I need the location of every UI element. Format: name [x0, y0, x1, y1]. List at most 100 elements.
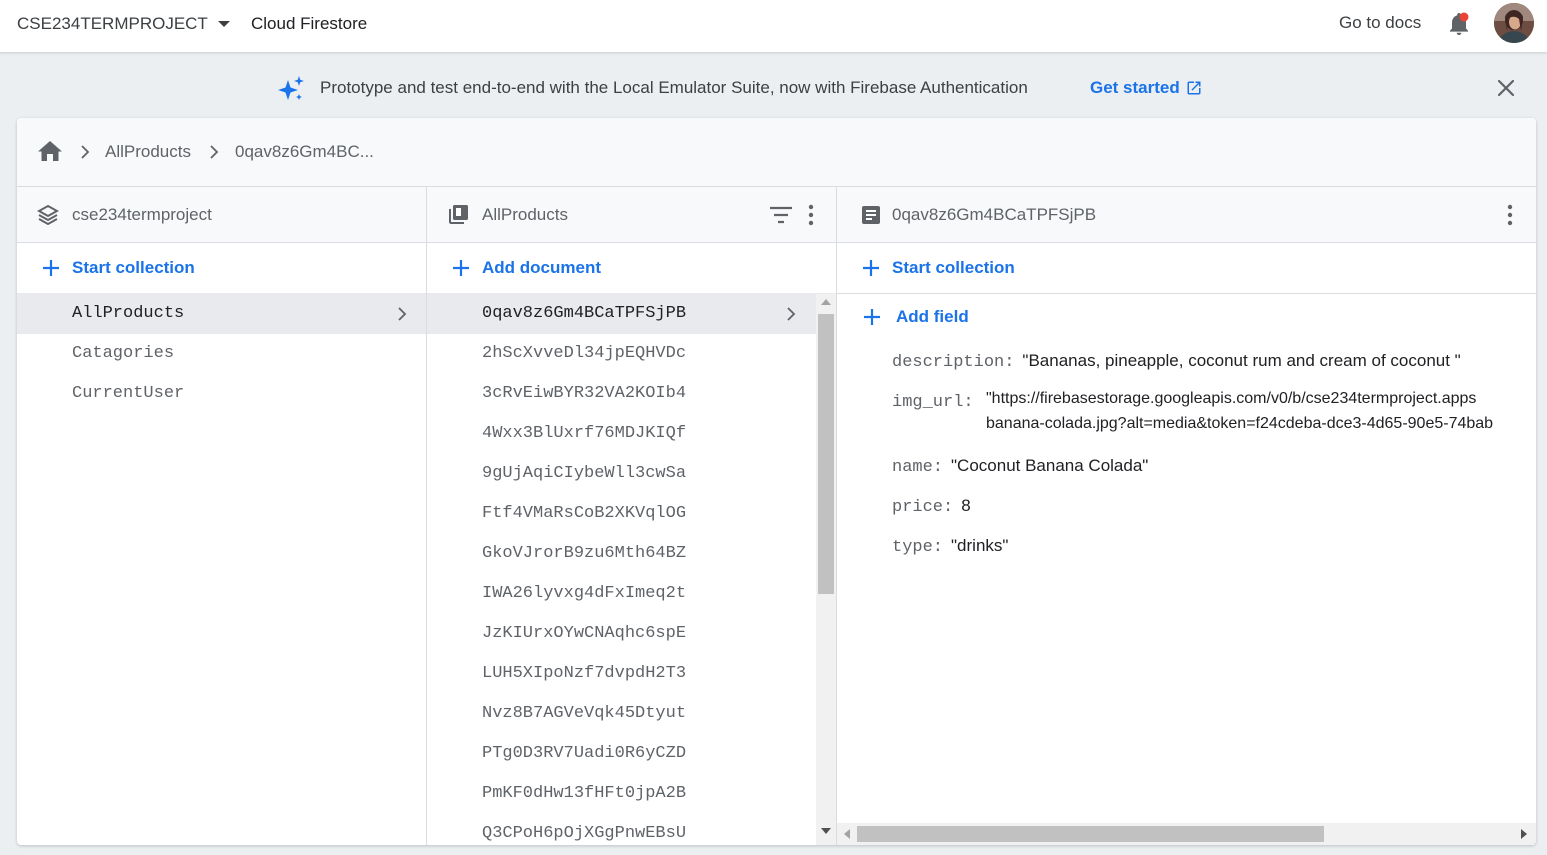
get-started-link[interactable]: Get started — [1090, 78, 1202, 98]
project-selector[interactable]: CSE234TERMPROJECT — [17, 14, 230, 34]
document-horizontal-scrollbar[interactable] — [837, 823, 1536, 845]
chevron-right-icon — [210, 145, 219, 159]
field-price[interactable]: price: 8 — [892, 496, 971, 517]
document-panel-header: 0qav8z6Gm4BCaTPFSjPB — [837, 187, 1536, 243]
document-id: JzKIUrxOYwCNAqhc6spE — [482, 624, 687, 643]
add-field-button[interactable]: Add field — [862, 307, 969, 327]
document-id: Q3CPoH6pOjXGgPnwEBsU — [482, 824, 687, 843]
document-id: 2hScXvveDl34jpEQHVDc — [482, 344, 687, 363]
top-app-bar: CSE234TERMPROJECT Cloud Firestore Go to … — [0, 0, 1547, 53]
root-panel: cse234termproject Start collection AllPr… — [17, 187, 427, 845]
document-panel: 0qav8z6Gm4BCaTPFSjPB Start collection Ad… — [837, 187, 1536, 845]
document-item[interactable]: Ftf4VMaRsCoB2XKVqlOG — [427, 494, 836, 534]
document-item[interactable]: LUH5XIpoNzf7dvpdH2T3 — [427, 654, 836, 694]
plus-icon — [453, 260, 469, 276]
chevron-down-icon — [217, 21, 230, 27]
field-key: img_url: — [892, 393, 974, 412]
notifications-bell-icon[interactable] — [1447, 11, 1471, 37]
field-key: price: — [892, 498, 954, 517]
document-id: LUH5XIpoNzf7dvpdH2T3 — [482, 664, 687, 683]
scroll-down-arrow-icon[interactable] — [821, 828, 831, 834]
scroll-right-arrow-icon[interactable] — [1521, 829, 1527, 839]
close-icon[interactable] — [1494, 76, 1518, 100]
document-item[interactable]: PTg0D3RV7Uadi0R6yCZD — [427, 734, 836, 774]
document-item[interactable]: 4Wxx3BlUxrf76MDJKIQf — [427, 414, 836, 454]
more-vert-icon[interactable] — [1507, 204, 1513, 226]
document-item[interactable]: Q3CPoH6pOjXGgPnwEBsU — [427, 814, 836, 845]
home-icon[interactable] — [37, 140, 63, 164]
add-document-label: Add document — [482, 258, 601, 277]
field-value-line: banana-colada.jpg?alt=media&token=f24cde… — [986, 415, 1494, 432]
filter-icon[interactable] — [769, 205, 793, 225]
collection-list: AllProducts Catagories CurrentUser — [17, 294, 426, 414]
document-item[interactable]: 9gUjAqiCIybeWll3cwSa — [427, 454, 836, 494]
document-id: PTg0D3RV7Uadi0R6yCZD — [482, 744, 687, 763]
collection-panel: AllProducts Add document 0qav8z6Gm4BCaTP… — [427, 187, 837, 845]
document-id: 9gUjAqiCIybeWll3cwSa — [482, 464, 687, 483]
project-name: CSE234TERMPROJECT — [17, 14, 208, 33]
document-item[interactable]: JzKIUrxOYwCNAqhc6spE — [427, 614, 836, 654]
document-list-scrollbar[interactable] — [816, 294, 836, 845]
field-description[interactable]: description: "Bananas, pineapple, coconut… — [892, 351, 1461, 372]
plus-icon — [43, 260, 59, 276]
collection-icon — [449, 205, 468, 224]
breadcrumb-item-allproducts[interactable]: AllProducts — [105, 142, 191, 162]
document-item[interactable]: 2hScXvveDl34jpEQHVDc — [427, 334, 836, 374]
document-id: Nvz8B7AGVeVqk45Dtyut — [482, 704, 687, 723]
document-item[interactable]: Nvz8B7AGVeVqk45Dtyut — [427, 694, 836, 734]
start-collection-label: Start collection — [72, 258, 195, 277]
document-id: Ftf4VMaRsCoB2XKVqlOG — [482, 504, 687, 523]
field-name[interactable]: name: "Coconut Banana Colada" — [892, 456, 1148, 477]
document-id: PmKF0dHw13fHFt0jpA2B — [482, 784, 687, 803]
go-to-docs-link[interactable]: Go to docs — [1339, 13, 1421, 33]
field-key: description: — [892, 353, 1015, 372]
document-item[interactable]: PmKF0dHw13fHFt0jpA2B — [427, 774, 836, 814]
document-id: GkoVJrorB9zu6Mth64BZ — [482, 544, 687, 563]
document-item[interactable]: GkoVJrorB9zu6Mth64BZ — [427, 534, 836, 574]
chevron-right-icon — [398, 307, 407, 321]
add-document-button[interactable]: Add document — [427, 243, 836, 294]
more-vert-icon[interactable] — [808, 204, 814, 226]
collection-item-label: Catagories — [72, 344, 175, 363]
field-value-line: "https://firebasestorage.googleapis.com/… — [986, 390, 1477, 407]
document-item[interactable]: IWA26lyvxg4dFxImeq2t — [427, 574, 836, 614]
scroll-left-arrow-icon[interactable] — [844, 829, 850, 839]
field-value: 8 — [961, 496, 971, 515]
document-id: 4Wxx3BlUxrf76MDJKIQf — [482, 424, 687, 443]
document-item[interactable]: 0qav8z6Gm4BCaTPFSjPB — [427, 294, 816, 334]
breadcrumb: AllProducts 0qav8z6Gm4BC... — [17, 118, 1536, 187]
start-collection-label: Start collection — [892, 258, 1015, 277]
document-id: 3cRvEiwBYR32VA2KOIb4 — [482, 384, 687, 403]
collection-item-allproducts[interactable]: AllProducts — [17, 294, 426, 334]
scrollbar-thumb[interactable] — [857, 826, 1324, 842]
document-panel-title: 0qav8z6Gm4BCaTPFSjPB — [892, 205, 1097, 224]
collection-item-label: CurrentUser — [72, 384, 185, 403]
chevron-right-icon — [81, 145, 90, 159]
plus-icon — [863, 260, 879, 276]
chevron-right-icon — [787, 307, 796, 321]
open-in-new-icon — [1187, 81, 1201, 95]
root-panel-header: cse234termproject — [17, 187, 426, 243]
breadcrumb-item-document[interactable]: 0qav8z6Gm4BC... — [235, 142, 374, 162]
start-subcollection-button[interactable]: Start collection — [837, 243, 1536, 294]
collection-item-catagories[interactable]: Catagories — [17, 334, 426, 374]
field-key: type: — [892, 538, 944, 557]
plus-icon — [864, 309, 880, 325]
field-type[interactable]: type: "drinks" — [892, 536, 1008, 557]
product-title: Cloud Firestore — [251, 14, 368, 33]
user-avatar[interactable] — [1494, 3, 1534, 43]
document-id: 0qav8z6Gm4BCaTPFSjPB — [482, 304, 687, 323]
document-item[interactable]: 3cRvEiwBYR32VA2KOIb4 — [427, 374, 836, 414]
emulator-banner-text: Prototype and test end-to-end with the L… — [320, 78, 1028, 97]
get-started-label: Get started — [1090, 78, 1180, 97]
sparkle-icon — [276, 74, 306, 104]
scrollbar-thumb[interactable] — [818, 314, 834, 594]
collection-panel-header: AllProducts — [427, 187, 836, 243]
start-collection-button[interactable]: Start collection — [17, 243, 426, 294]
collection-item-currentuser[interactable]: CurrentUser — [17, 374, 426, 414]
document-id: IWA26lyvxg4dFxImeq2t — [482, 584, 687, 603]
field-value: "drinks" — [951, 536, 1009, 555]
field-value: "https://firebasestorage.googleapis.com/… — [986, 386, 1493, 436]
field-img-url[interactable]: img_url: — [892, 391, 974, 412]
scroll-up-arrow-icon[interactable] — [821, 299, 831, 305]
